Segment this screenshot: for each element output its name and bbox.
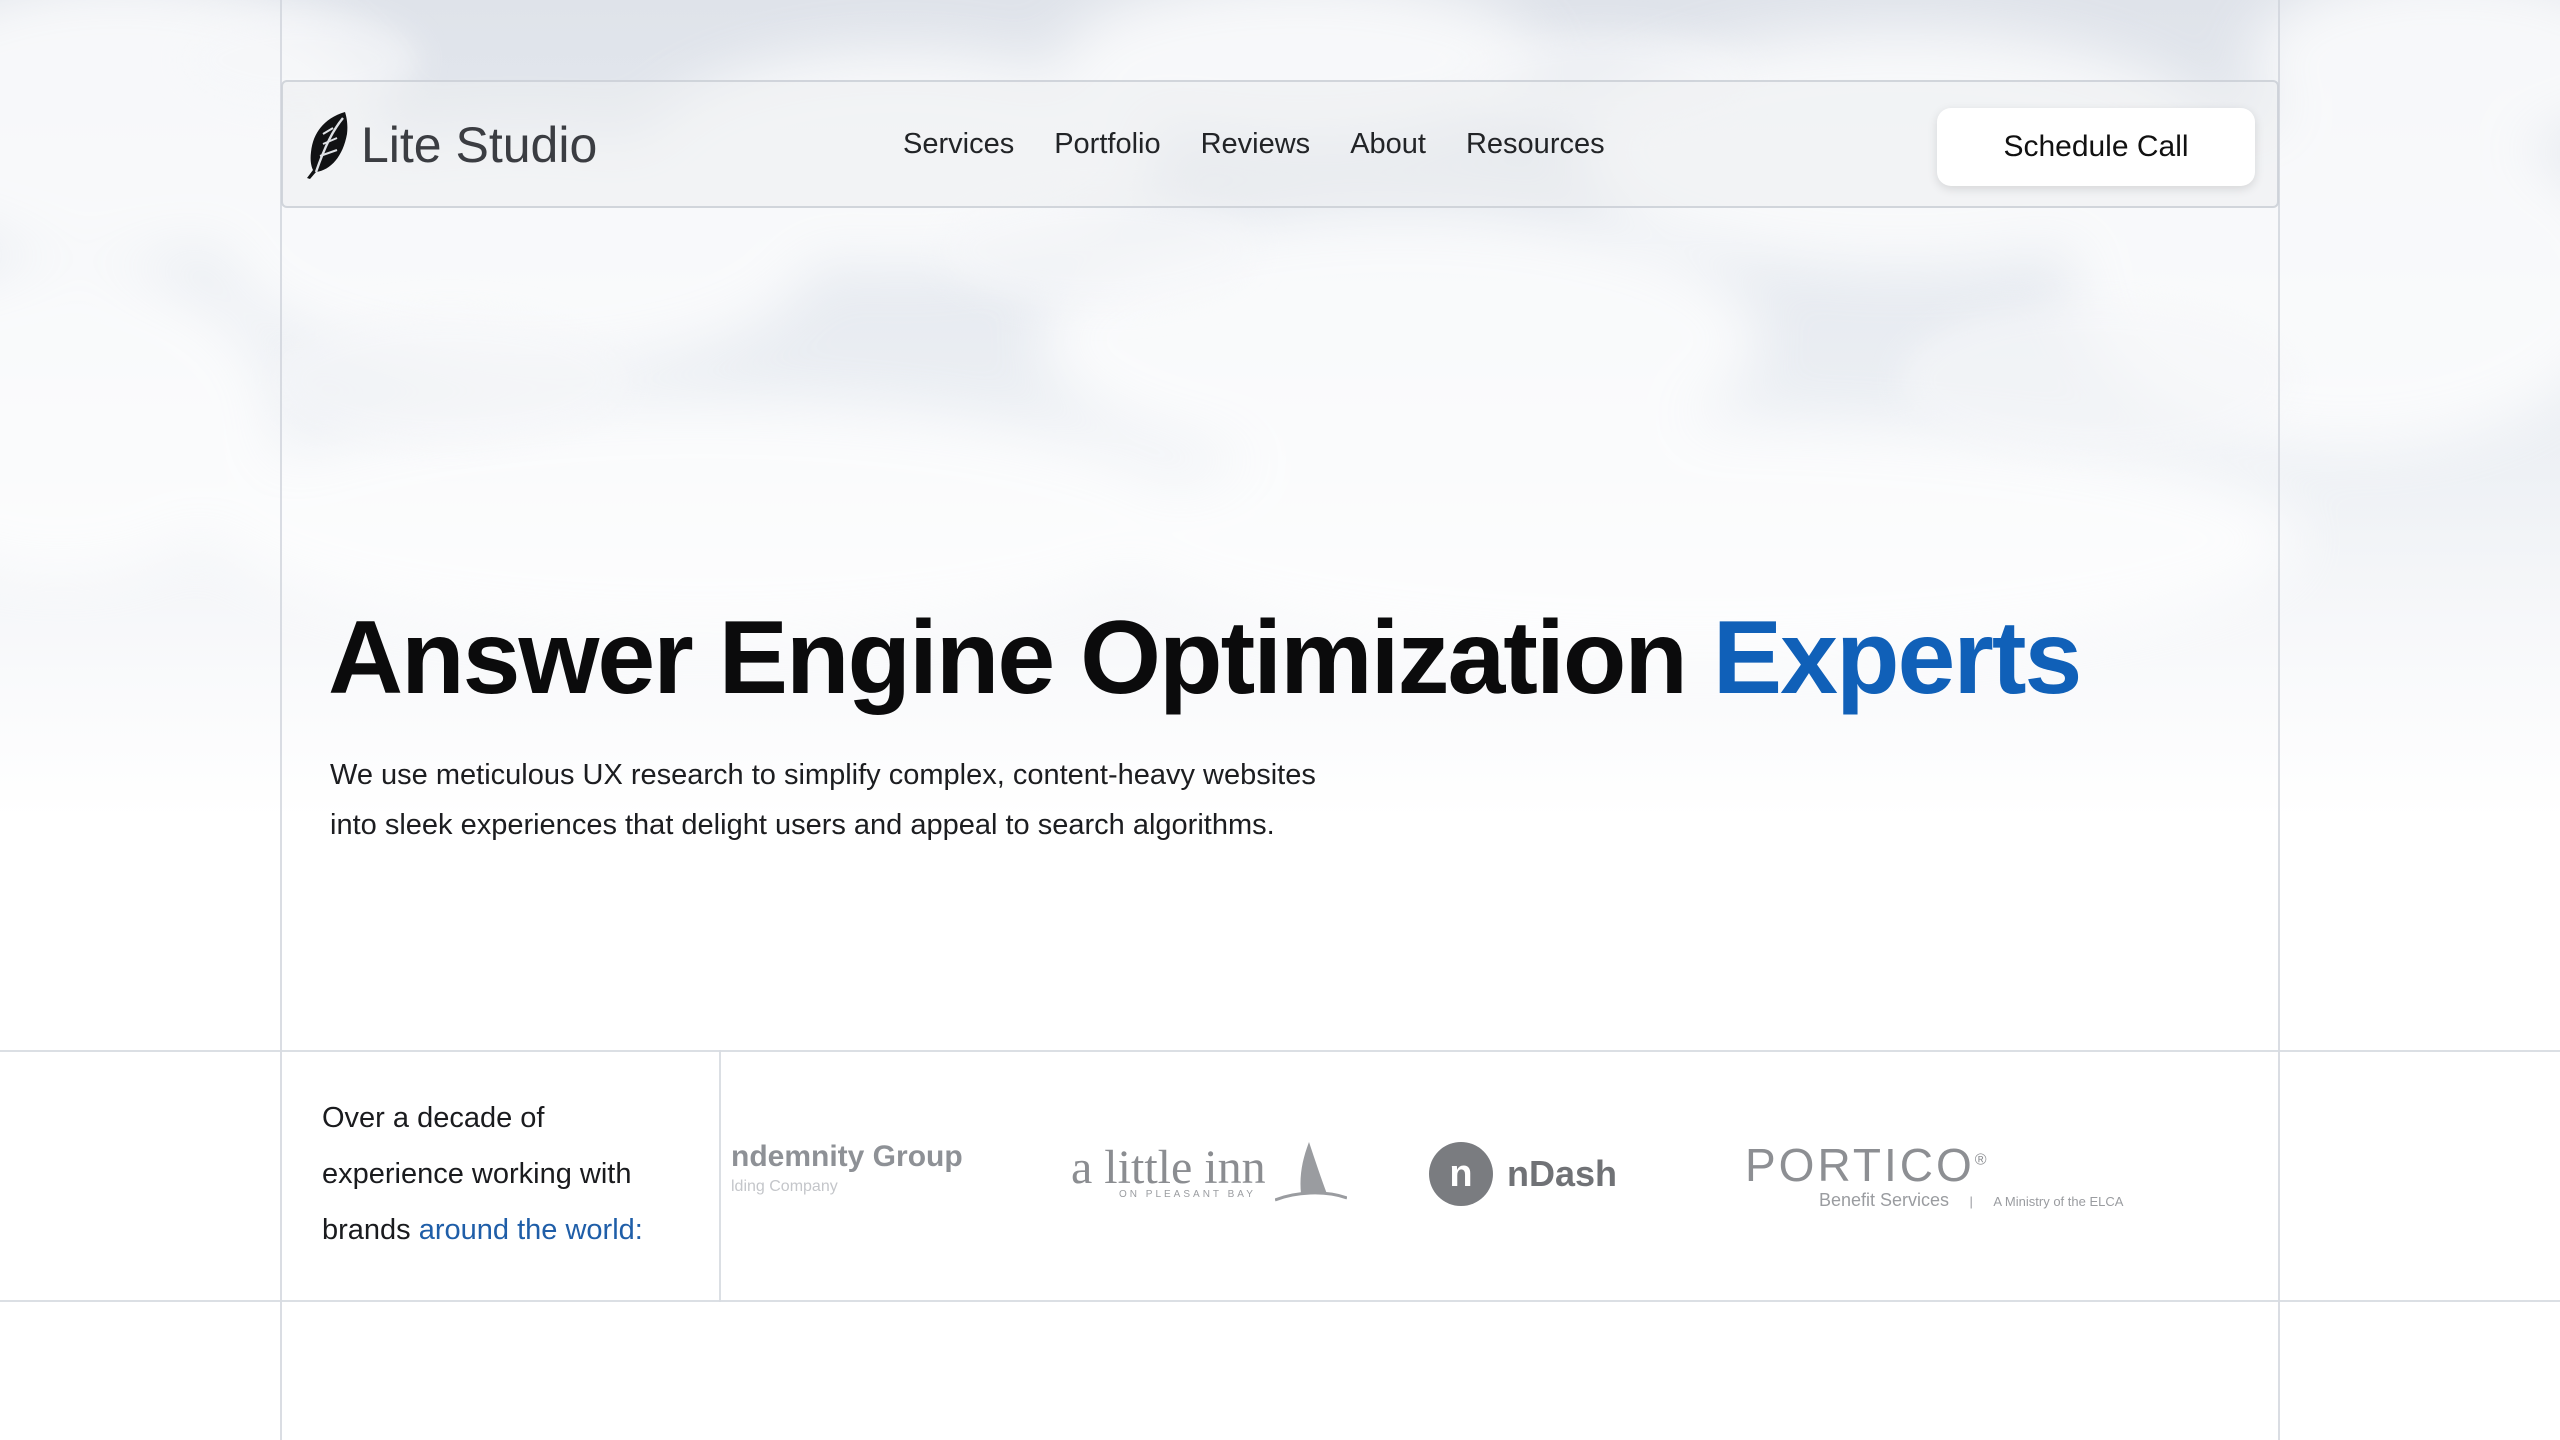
- frame-line-left: [280, 0, 282, 1440]
- client-logo-carousel: ndemnity Group lding Company a little in…: [721, 1052, 2278, 1300]
- nav-item-resources[interactable]: Resources: [1466, 128, 1605, 161]
- nav-item-reviews[interactable]: Reviews: [1201, 128, 1311, 161]
- hero-title-main: Answer Engine Optimization: [328, 600, 1688, 716]
- section-divider-bottom: [0, 1300, 2560, 1302]
- portico-wordmark: PORTICO: [1745, 1139, 1975, 1191]
- client-logo-name: ndemnity Group: [731, 1140, 963, 1173]
- client-logo-sub: ON PLEASANT BAY: [1119, 1189, 1256, 1200]
- client-logo-name: a little inn: [1071, 1141, 1266, 1194]
- sailboat-icon: [1275, 1142, 1347, 1202]
- brands-intro-line-1: Over a decade of: [322, 1102, 545, 1134]
- brands-intro-line-3: brands around the world:: [322, 1202, 702, 1258]
- client-logo-indemnity-group: ndemnity Group lding Company: [731, 1140, 963, 1196]
- hero-title-accent: Experts: [1712, 600, 2083, 716]
- schedule-call-button[interactable]: Schedule Call: [1937, 108, 2255, 186]
- hero-subtitle-line-1: We use meticulous UX research to simplif…: [330, 759, 1316, 791]
- nav-item-portfolio[interactable]: Portfolio: [1054, 128, 1160, 161]
- client-logo-portico: PORTICO® Benefit Services | A Ministry o…: [1745, 1138, 2123, 1211]
- around-the-world-link[interactable]: around the world:: [419, 1214, 643, 1246]
- client-logo-sub: Benefit Services | A Ministry of the ELC…: [1819, 1190, 2123, 1211]
- client-logo-name: nDash: [1507, 1153, 1618, 1194]
- brands-intro: Over a decade of experience working with…: [322, 1090, 702, 1258]
- brands-intro-line-2: experience working with: [322, 1158, 632, 1190]
- feather-icon: [307, 112, 348, 179]
- nav-item-about[interactable]: About: [1350, 128, 1426, 161]
- portico-sub-b: A Ministry of the ELCA: [1993, 1194, 2124, 1209]
- hero-subtitle-line-2: into sleek experiences that delight user…: [330, 809, 1275, 841]
- client-logo-ndash: n nDash: [1429, 1142, 1617, 1206]
- client-logo-a-little-inn: a little inn ON PLEASANT BAY: [1071, 1140, 1347, 1202]
- client-logo-sub: lding Company: [731, 1178, 838, 1195]
- frame-line-right: [2278, 0, 2280, 1440]
- brands-intro-prefix: brands: [322, 1214, 411, 1246]
- main-nav: Services Portfolio Reviews About Resourc…: [903, 82, 1645, 206]
- brand-name: Lite Studio: [361, 117, 598, 173]
- site-header: Lite Studio Services Portfolio Reviews A…: [281, 80, 2279, 208]
- portico-sub-a: Benefit Services: [1819, 1190, 1950, 1210]
- site-logo[interactable]: Lite Studio: [303, 110, 597, 180]
- portico-sub-separator: |: [1969, 1194, 1973, 1209]
- hero-subtitle: We use meticulous UX research to simplif…: [330, 750, 1430, 850]
- ndash-mark-icon: n: [1429, 1142, 1493, 1206]
- hero-title: Answer Engine Optimization Experts: [328, 596, 2083, 721]
- client-logo-name: PORTICO®: [1745, 1138, 2123, 1192]
- nav-item-services[interactable]: Services: [903, 128, 1014, 161]
- registered-mark: ®: [1974, 1151, 1990, 1169]
